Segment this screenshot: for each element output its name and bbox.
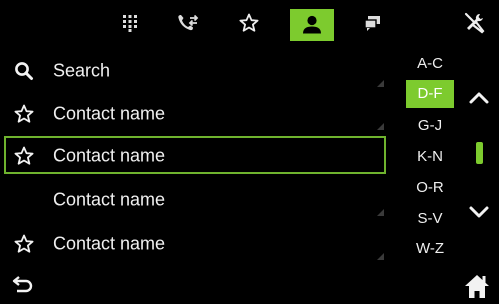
tools-icon [464,12,485,34]
tab-call-log[interactable] [166,8,210,38]
alphabet-item-d-f[interactable]: D-F [406,80,454,108]
contact-name: Contact name [53,145,166,166]
contact-name: Contact name [53,103,166,124]
star-icon[interactable] [13,233,35,255]
star-icon[interactable] [13,145,35,167]
contact-row-selected[interactable]: Contact name [0,136,390,176]
row-corner-mark [377,123,384,130]
star-icon[interactable] [13,103,35,125]
contact-row[interactable]: Contact name [0,180,390,220]
tab-keypad[interactable] [108,8,152,38]
alphabet-item-s-v[interactable]: S-V [406,205,454,233]
tab-contacts[interactable] [290,9,334,41]
search-label: Search [53,60,111,81]
row-corner-mark [377,209,384,216]
scroll-up-chevron-icon[interactable] [468,90,490,106]
search-row[interactable]: Search [0,51,390,91]
alphabet-item-a-c[interactable]: A-C [406,50,454,78]
keypad-icon [123,15,137,32]
contact-row[interactable]: Contact name [0,224,390,264]
row-corner-mark [377,253,384,260]
contacts-person-icon [303,15,321,34]
tab-messages[interactable] [351,8,395,38]
contact-name: Contact name [53,189,166,210]
top-tab-bar [0,0,499,46]
call-log-icon [178,14,199,31]
contact-name: Contact name [53,233,166,254]
alphabet-item-g-j[interactable]: G-J [406,112,454,140]
scroll-down-chevron-icon[interactable] [468,204,490,220]
back-arrow-icon[interactable] [10,274,36,298]
scrollbar-thumb[interactable] [476,142,483,164]
alphabet-item-o-r[interactable]: O-R [406,174,454,202]
contact-row[interactable]: Contact name [0,94,390,134]
scroll-controls [460,46,499,276]
alphabet-item-k-n[interactable]: K-N [406,143,454,171]
favorite-star-icon [239,13,259,32]
alphabet-item-w-z[interactable]: W-Z [406,235,454,263]
settings-tools-button[interactable] [451,8,497,38]
home-icon[interactable] [462,272,492,300]
search-icon [13,60,35,82]
tab-favorites[interactable] [227,8,271,38]
messages-icon [364,16,380,31]
row-corner-mark [377,80,384,87]
